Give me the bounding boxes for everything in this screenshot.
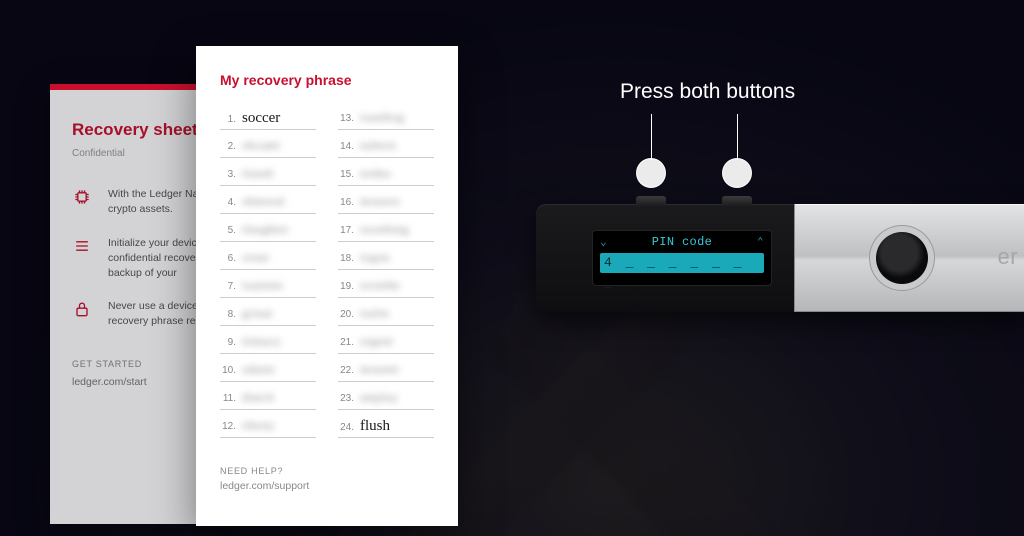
ledger-device: ⌄ PIN code ⌃ 4 _ _ _ _ _ _ _ er: [536, 180, 1024, 312]
phrase-word: tinash: [242, 166, 274, 181]
phrase-number: 3.: [220, 169, 236, 180]
phrase-number: 6.: [220, 253, 236, 264]
phrase-word: nodus: [360, 166, 391, 181]
phrase-word: oronthe: [360, 278, 400, 293]
phrase-word: nubern: [360, 138, 396, 153]
phrase-slot: 6. ornat: [220, 250, 316, 270]
phrase-word: tibeny: [242, 418, 275, 433]
device-pin-entry: 4 _ _ _ _ _ _ _: [600, 253, 764, 273]
phrase-slot: 13. tsanthog: [338, 110, 434, 130]
recovery-phrase-footer-label: NEED HELP?: [220, 466, 434, 476]
chevron-up-icon: ⌃: [757, 235, 764, 249]
phrase-word: grinat: [242, 306, 273, 321]
phrase-slot: 20. tsalin: [338, 306, 434, 326]
phrase-word: ornat: [242, 250, 269, 265]
phrase-number: 21.: [338, 337, 354, 348]
phrase-number: 24.: [338, 422, 354, 433]
phrase-number: 9.: [220, 337, 236, 348]
phrase-word: soccer: [242, 110, 280, 127]
phrase-word: ttimacy: [242, 334, 282, 349]
callout-indicator-left: [636, 158, 666, 188]
phrase-word: obcamt: [242, 138, 280, 153]
phrase-number: 12.: [220, 421, 236, 432]
phrase-slot: 17. sorathing: [338, 222, 434, 242]
phrase-slot: 21. orgent: [338, 334, 434, 354]
recovery-phrase-grid: 1. soccer 2. obcamt 3. tinash 4. ohmood 5. tlaugh…: [220, 110, 434, 438]
phrase-word: tsanthog: [360, 110, 405, 125]
phrase-slot: 4. ohmood: [220, 194, 316, 214]
phrase-number: 17.: [338, 225, 354, 236]
phrase-slot: 12. tibeny: [220, 418, 316, 438]
device-left-button[interactable]: [636, 196, 666, 206]
phrase-slot: 10. odaint: [220, 362, 316, 382]
phrase-slot: 5. tlaughter: [220, 222, 316, 242]
phrase-slot: 8. grinat: [220, 306, 316, 326]
phrase-number: 7.: [220, 281, 236, 292]
device-brand-text: er: [998, 244, 1018, 270]
phrase-word: odaint: [242, 362, 275, 377]
phrase-slot: 19. oronthe: [338, 278, 434, 298]
chevron-down-icon: ⌄: [600, 235, 607, 249]
device-screen: ⌄ PIN code ⌃ 4 _ _ _ _ _ _ _: [592, 230, 772, 286]
phrase-word: tsalin: [360, 306, 389, 321]
phrase-number: 11.: [220, 393, 236, 404]
phrase-number: 20.: [338, 309, 354, 320]
phrase-number: 5.: [220, 225, 236, 236]
phrase-number: 10.: [220, 365, 236, 376]
recovery-phrase-card: My recovery phrase 1. soccer 2. obcamt 3. tin…: [196, 46, 458, 526]
phrase-word: ohmood: [242, 194, 284, 209]
phrase-slot: 15. nodus: [338, 166, 434, 186]
phrase-number: 8.: [220, 309, 236, 320]
phrase-slot: 3. tinash: [220, 166, 316, 186]
phrase-number: 18.: [338, 253, 354, 264]
phrase-slot: 2. obcamt: [220, 138, 316, 158]
phrase-number: 13.: [338, 113, 354, 124]
phrase-word: sorathing: [360, 222, 409, 237]
phrase-number: 2.: [220, 141, 236, 152]
phrase-slot: 18. togon: [338, 250, 434, 270]
phrase-slot: 16. monern: [338, 194, 434, 214]
phrase-word: monern: [360, 194, 400, 209]
phrase-slot: 1. soccer: [220, 110, 316, 130]
callout-label: Press both buttons: [620, 80, 795, 104]
phrase-number: 1.: [220, 114, 236, 125]
device-screen-title: PIN code: [652, 235, 713, 249]
phrase-word: flush: [360, 418, 390, 435]
callout-line: [651, 114, 652, 160]
phrase-word: orgent: [360, 334, 393, 349]
device-right-button[interactable]: [722, 196, 752, 206]
phrase-number: 4.: [220, 197, 236, 208]
phrase-slot: 11. diatch: [220, 390, 316, 410]
phrase-word: diatch: [242, 390, 274, 405]
callout-indicator-right: [722, 158, 752, 188]
device-swivel-hole: [876, 232, 928, 284]
phrase-number: 23.: [338, 393, 354, 404]
phrase-number: 16.: [338, 197, 354, 208]
phrase-slot: 24. flush: [338, 418, 434, 438]
phrase-word: tlaughter: [242, 222, 289, 237]
phrase-number: 15.: [338, 169, 354, 180]
phrase-word: amplay: [360, 390, 398, 405]
phrase-slot: 14. nubern: [338, 138, 434, 158]
phrase-number: 14.: [338, 141, 354, 152]
recovery-phrase-footer-link: ledger.com/support: [220, 480, 434, 492]
phrase-slot: 7. tsaninte: [220, 278, 316, 298]
phrase-number: 22.: [338, 365, 354, 376]
recovery-phrase-title: My recovery phrase: [220, 72, 434, 88]
phrase-slot: 22. monent: [338, 362, 434, 382]
callout-line: [737, 114, 738, 160]
phrase-word: tsaninte: [242, 278, 283, 293]
phrase-word: monent: [360, 362, 399, 377]
phrase-slot: 23. amplay: [338, 390, 434, 410]
phrase-number: 19.: [338, 281, 354, 292]
phrase-word: togon: [360, 250, 390, 265]
phrase-slot: 9. ttimacy: [220, 334, 316, 354]
